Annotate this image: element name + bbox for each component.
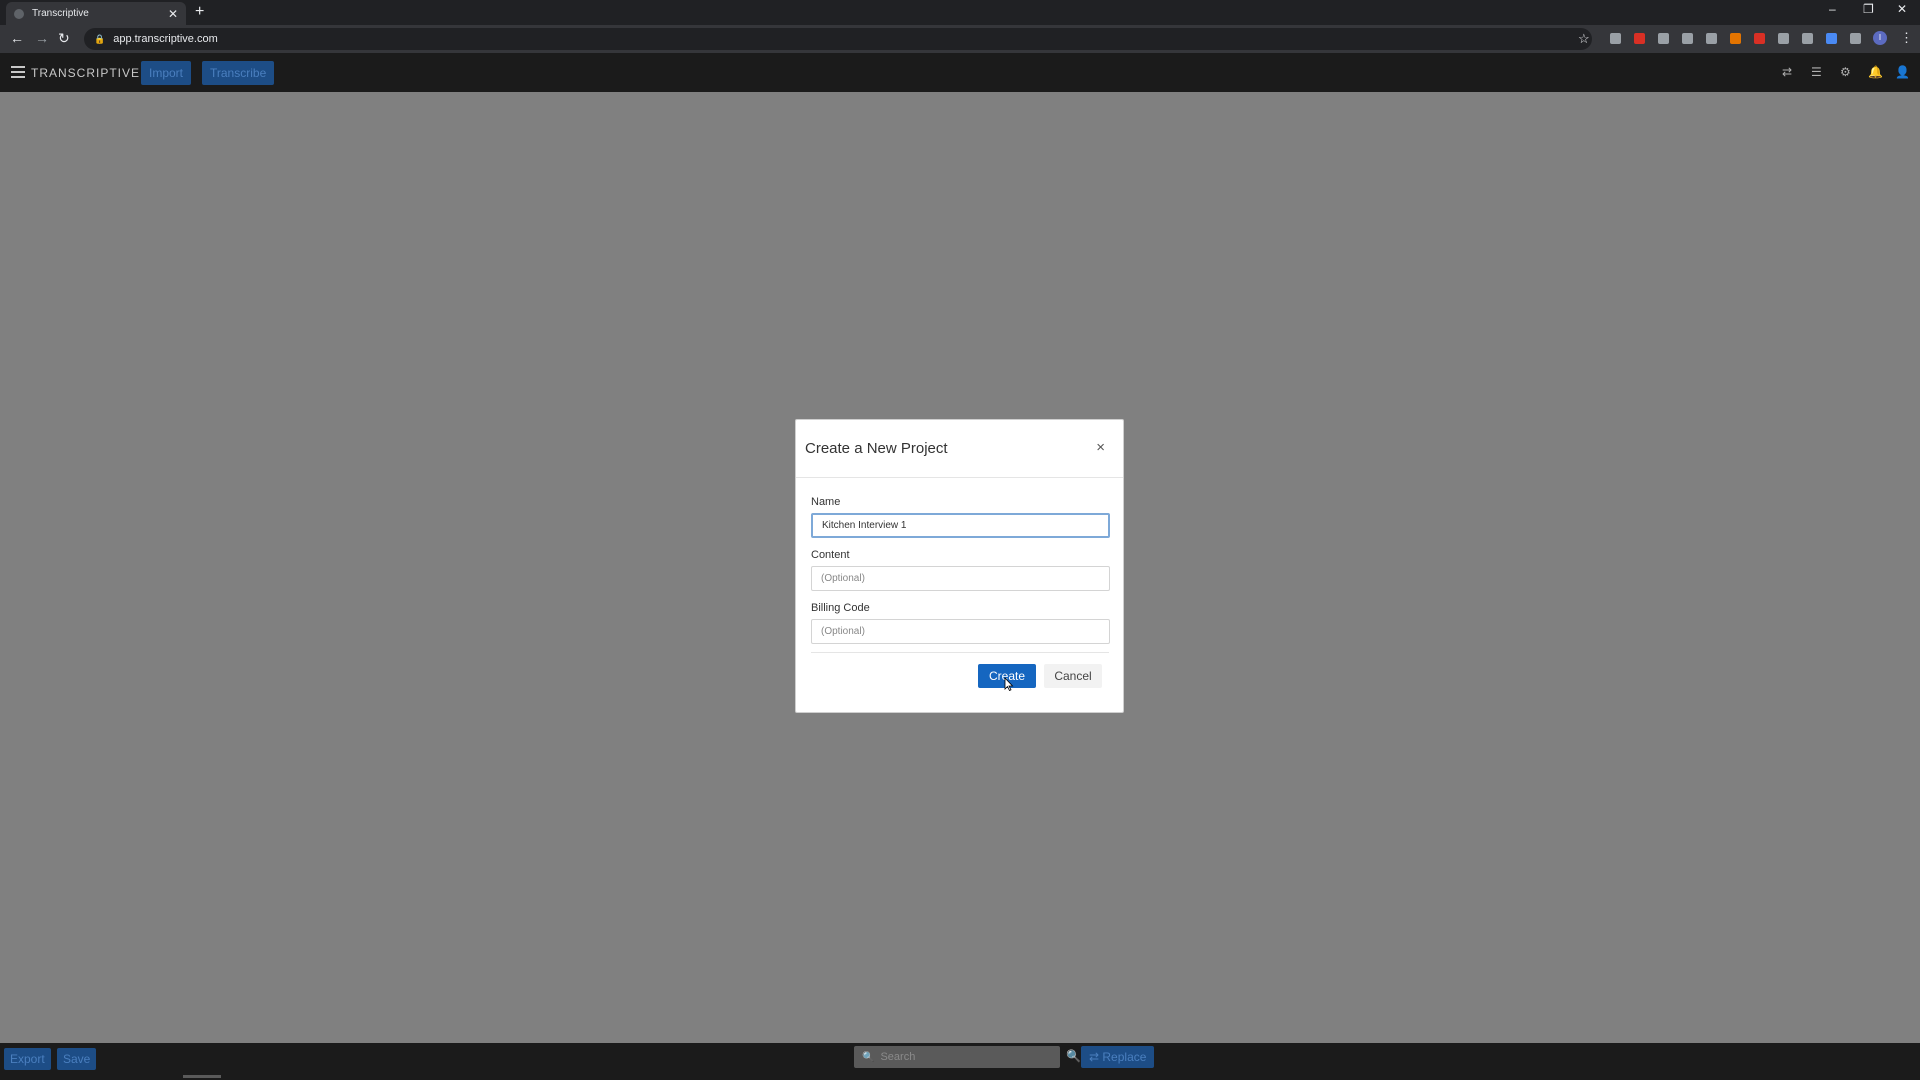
profile-avatar[interactable]: I (1873, 31, 1887, 45)
gear-icon[interactable]: ⚙ (1840, 65, 1851, 79)
minimize-icon[interactable]: – (1829, 2, 1836, 16)
content-field[interactable] (811, 566, 1110, 591)
extension-icon[interactable] (1754, 33, 1765, 44)
new-tab-button[interactable]: + (195, 3, 204, 21)
search-placeholder: Search (880, 1051, 916, 1063)
address-bar[interactable]: 🔒 app.transcriptive.com (84, 28, 1592, 50)
mouse-cursor-icon (1004, 677, 1014, 691)
create-project-modal: Create a New Project × Name Content Bill… (795, 419, 1124, 713)
cancel-button[interactable]: Cancel (1044, 664, 1102, 688)
back-icon[interactable]: ← (10, 30, 24, 46)
close-icon[interactable]: × (1096, 439, 1105, 456)
bookmark-star-icon[interactable]: ☆ (1578, 31, 1590, 47)
app-header: TRANSCRIPTIVE Import Transcribe ⇄ ☰ ⚙ 🔔 … (0, 53, 1920, 92)
billing-code-label: Billing Code (811, 602, 870, 614)
modal-divider (811, 652, 1109, 653)
extension-icon[interactable] (1682, 33, 1693, 44)
share-icon[interactable]: ⇄ (1782, 65, 1792, 79)
modal-header: Create a New Project × (796, 420, 1123, 478)
replace-label: Replace (1102, 1050, 1147, 1064)
replace-button[interactable]: ⇄ Replace (1081, 1046, 1155, 1068)
user-icon[interactable]: 👤 (1895, 65, 1910, 79)
search-input[interactable]: 🔍 Search (854, 1046, 1060, 1068)
window-close-icon[interactable]: ✕ (1897, 2, 1907, 16)
browser-tab[interactable]: Transcriptive ✕ (6, 2, 186, 25)
extension-icon[interactable] (1730, 33, 1741, 44)
app-brand: TRANSCRIPTIVE (31, 66, 141, 80)
extensions-puzzle-icon[interactable] (1850, 33, 1861, 44)
browser-toolbar: ← → ↻ 🔒 app.transcriptive.com ☆ I ⋮ (0, 25, 1920, 53)
tab-title: Transcriptive (32, 8, 89, 19)
billing-code-field[interactable] (811, 619, 1110, 644)
transcribe-button[interactable]: Transcribe (202, 61, 275, 85)
list-icon[interactable]: ☰ (1811, 65, 1822, 79)
restore-icon[interactable]: ❐ (1863, 2, 1874, 16)
save-button[interactable]: Save (57, 1048, 97, 1070)
forward-icon[interactable]: → (35, 30, 49, 46)
extension-icon[interactable] (1778, 33, 1789, 44)
lock-icon: 🔒 (94, 33, 106, 44)
bell-icon[interactable]: 🔔 (1868, 65, 1883, 79)
reload-icon[interactable]: ↻ (58, 30, 70, 47)
modal-title: Create a New Project (805, 440, 948, 457)
name-label: Name (811, 496, 841, 508)
hamburger-menu-icon[interactable] (11, 66, 25, 78)
import-button[interactable]: Import (141, 61, 192, 85)
extension-icon[interactable] (1826, 33, 1837, 44)
url-text: app.transcriptive.com (113, 33, 218, 45)
extension-icon[interactable] (1634, 33, 1645, 44)
extension-icon[interactable] (1802, 33, 1813, 44)
export-button[interactable]: Export (4, 1048, 51, 1070)
browser-tabstrip: Transcriptive ✕ + – ❐ ✕ (0, 0, 1920, 25)
extension-icon[interactable] (1658, 33, 1669, 44)
extension-icon[interactable] (1706, 33, 1717, 44)
browser-menu-icon[interactable]: ⋮ (1900, 30, 1913, 46)
extension-icon[interactable] (1610, 33, 1621, 44)
tab-close-icon[interactable]: ✕ (168, 7, 178, 21)
search-button-icon[interactable]: 🔍 (1066, 1049, 1081, 1063)
content-label: Content (811, 549, 850, 561)
scrollbar-thumb[interactable] (183, 1075, 221, 1078)
bottom-toolbar: Export Save 🔍 Search 🔍 ⇄ Replace (0, 1043, 1920, 1080)
favicon-icon (14, 8, 24, 19)
search-icon: 🔍 (862, 1051, 875, 1063)
name-field[interactable] (811, 513, 1110, 538)
